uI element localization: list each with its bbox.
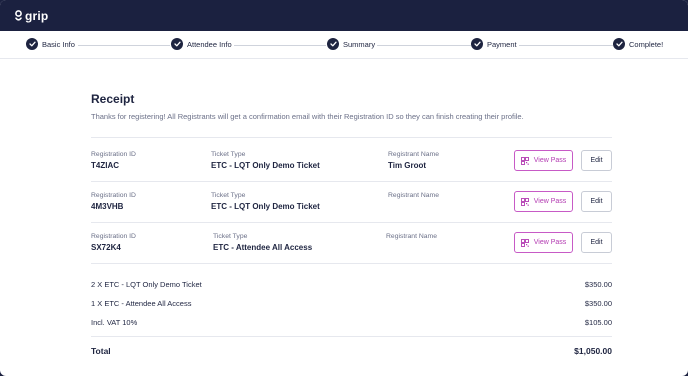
summary-amount: $350.00: [584, 299, 612, 308]
registrant-name-field: Registrant Name: [388, 192, 439, 202]
check-icon: [613, 38, 625, 50]
step-attendee-info[interactable]: Attendee Info: [171, 38, 234, 50]
step-complete[interactable]: Complete!: [613, 38, 666, 50]
total-amount: $1,050.00: [574, 346, 612, 356]
summary-item: 1 X ETC - Attendee All Access: [91, 299, 192, 308]
registration-id-field: Registration ID SX72K4: [91, 233, 136, 252]
ticket-type-label: Ticket Type: [211, 151, 246, 158]
divider: [91, 336, 612, 337]
step-label: Complete!: [629, 39, 664, 49]
qr-code-icon: [520, 156, 529, 165]
view-pass-label: View Pass: [533, 198, 567, 205]
step-connector: [234, 45, 326, 46]
grip-logo[interactable]: grip: [14, 9, 48, 23]
step-summary[interactable]: Summary: [327, 38, 378, 50]
edit-button[interactable]: Edit: [581, 150, 612, 171]
divider: [91, 263, 612, 264]
view-pass-label: View Pass: [533, 157, 567, 164]
ticket-type-field: Ticket Type ETC - Attendee All Access: [213, 233, 312, 252]
step-payment[interactable]: Payment: [471, 38, 519, 50]
step-label: Attendee Info: [187, 39, 232, 49]
registration-row: Registration ID SX72K4 Ticket Type ETC -…: [91, 222, 612, 262]
receipt-section: Receipt Thanks for registering! All Regi…: [91, 92, 612, 356]
step-connector: [518, 45, 613, 46]
registrant-name-label: Registrant Name: [388, 192, 439, 199]
ticket-type-value: ETC - Attendee All Access: [213, 243, 313, 252]
step-label: Basic Info: [42, 39, 75, 49]
registrant-name-label: Registrant Name: [388, 151, 439, 158]
receipt-title: Receipt: [91, 92, 135, 106]
registration-id-label: Registration ID: [91, 233, 136, 240]
registrant-name-field: Registrant Name Tim Groot: [388, 151, 439, 170]
ticket-type-field: Ticket Type ETC - LQT Only Demo Ticket: [211, 151, 320, 170]
summary-line: 2 X ETC - LQT Only Demo Ticket $350.00: [91, 280, 612, 289]
registration-id-label: Registration ID: [91, 192, 136, 199]
summary-item: 2 X ETC - LQT Only Demo Ticket: [91, 280, 202, 289]
step-label: Summary: [343, 39, 376, 49]
ticket-type-label: Ticket Type: [211, 192, 246, 199]
registrant-name-label: Registrant Name: [386, 233, 437, 240]
edit-button[interactable]: Edit: [581, 232, 612, 253]
registration-id-value: SX72K4: [91, 243, 121, 252]
registrant-name-value: Tim Groot: [388, 161, 427, 170]
registration-id-value: T4ZIAC: [91, 161, 119, 170]
app-window: grip Basic Info Attendee Info Summary Pa…: [0, 0, 688, 376]
ticket-type-label: Ticket Type: [213, 233, 248, 240]
view-pass-button[interactable]: View Pass: [514, 150, 573, 171]
receipt-subtitle: Thanks for registering! All Registrants …: [91, 112, 524, 121]
summary-amount: $105.00: [584, 318, 612, 327]
check-icon: [471, 38, 483, 50]
qr-code-icon: [520, 197, 529, 206]
summary-amount: $350.00: [584, 280, 612, 289]
qr-code-icon: [520, 238, 529, 247]
registration-id-field: Registration ID 4M3VHB: [91, 192, 136, 211]
ticket-type-value: ETC - LQT Only Demo Ticket: [211, 161, 320, 170]
ticket-type-field: Ticket Type ETC - LQT Only Demo Ticket: [211, 192, 320, 211]
registration-row: Registration ID 4M3VHB Ticket Type ETC -…: [91, 181, 612, 221]
logo-text: grip: [25, 8, 49, 23]
check-icon: [26, 38, 38, 50]
check-icon: [327, 38, 339, 50]
registration-row: Registration ID T4ZIAC Ticket Type ETC -…: [91, 140, 612, 180]
ticket-type-value: ETC - LQT Only Demo Ticket: [211, 202, 320, 211]
edit-button[interactable]: Edit: [581, 191, 612, 212]
view-pass-label: View Pass: [533, 239, 567, 246]
step-connector: [377, 45, 471, 46]
registration-id-field: Registration ID T4ZIAC: [91, 151, 136, 170]
summary-line: 1 X ETC - Attendee All Access $350.00: [91, 299, 612, 308]
step-basic-info[interactable]: Basic Info: [26, 38, 77, 50]
registration-id-label: Registration ID: [91, 151, 136, 158]
registration-id-value: 4M3VHB: [91, 202, 124, 211]
total-label: Total: [91, 346, 111, 356]
step-connector: [78, 45, 170, 46]
grip-logo-icon: [15, 9, 22, 21]
step-label: Payment: [487, 39, 517, 49]
progress-stepper: Basic Info Attendee Info Summary Payment…: [0, 31, 688, 59]
view-pass-button[interactable]: View Pass: [514, 232, 573, 253]
view-pass-button[interactable]: View Pass: [514, 191, 573, 212]
divider: [91, 137, 612, 138]
top-bar: grip: [0, 0, 688, 31]
registrant-name-field: Registrant Name: [386, 233, 437, 243]
check-icon: [171, 38, 183, 50]
summary-line: Incl. VAT 10% $105.00: [91, 318, 612, 327]
summary-item: Incl. VAT 10%: [91, 318, 138, 327]
total-line: Total $1,050.00: [91, 346, 612, 356]
